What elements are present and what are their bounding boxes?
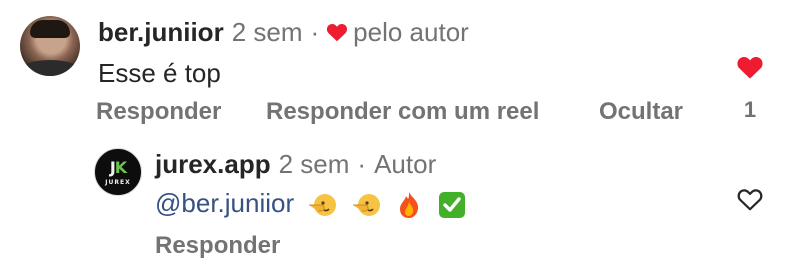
like-count: 1 bbox=[743, 97, 757, 122]
meta-separator: · bbox=[310, 17, 320, 47]
reply-button[interactable]: Responder bbox=[155, 232, 280, 260]
reply-with-reel-button[interactable]: Responder com um reel bbox=[266, 98, 539, 126]
like-heart-outline-icon[interactable] bbox=[734, 184, 766, 214]
comment-text: Esse é top bbox=[98, 58, 221, 88]
avatar-shirt-shape bbox=[20, 60, 80, 76]
comment-actions: Responder Responder com um reel Ocultar bbox=[96, 98, 716, 126]
reply-button[interactable]: Responder bbox=[96, 98, 221, 126]
reply-actions: Responder bbox=[155, 232, 355, 260]
meta-separator: · bbox=[357, 149, 367, 179]
check-mark-button-icon bbox=[439, 192, 466, 219]
comment-time: 2 sem bbox=[231, 17, 303, 47]
pointing-face-emoji-icon bbox=[309, 194, 337, 217]
hide-button[interactable]: Ocultar bbox=[599, 98, 683, 126]
reply-text: @ber.juniior bbox=[155, 188, 467, 220]
liked-by-author-label: pelo autor bbox=[353, 17, 469, 47]
author-label: Autor bbox=[374, 149, 437, 179]
pointing-face-emoji-icon bbox=[352, 194, 380, 217]
comment-meta: ber.juniior 2 sem · pelo autor bbox=[98, 17, 469, 47]
reply-username[interactable]: jurex.app bbox=[155, 149, 271, 179]
avatar[interactable] bbox=[20, 16, 80, 76]
reply-time: 2 sem bbox=[278, 149, 350, 179]
avatar-monogram: JK bbox=[109, 158, 127, 177]
heart-icon bbox=[327, 23, 348, 42]
avatar-tag: JUREX bbox=[105, 179, 131, 186]
comment-username[interactable]: ber.juniior bbox=[98, 17, 224, 47]
mention-link[interactable]: @ber.juniior bbox=[155, 188, 294, 218]
fire-emoji-icon bbox=[399, 192, 418, 219]
avatar[interactable]: JK JUREX bbox=[94, 148, 142, 196]
reply-meta: jurex.app 2 sem · Autor bbox=[155, 149, 436, 179]
avatar-hair-shape bbox=[30, 20, 70, 38]
like-heart-icon[interactable] bbox=[734, 52, 766, 82]
